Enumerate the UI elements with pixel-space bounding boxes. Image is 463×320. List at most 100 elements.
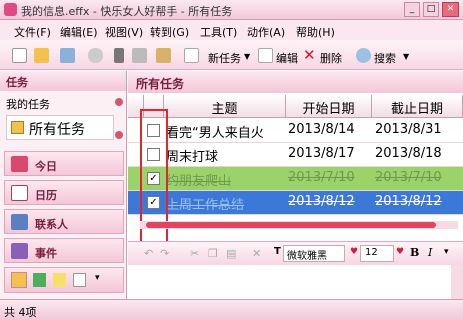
paste-icon[interactable] — [156, 48, 171, 63]
all-tasks-label: 所有任务 — [29, 122, 85, 138]
journal-icon[interactable] — [33, 273, 46, 287]
column-header-icon — [128, 95, 144, 118]
more-format-icon[interactable]: ▾ — [444, 247, 449, 257]
table-row[interactable]: ✓ 约朋友爬山 2013/7/10 2013/7/10 — [128, 167, 463, 191]
note-editor[interactable] — [128, 265, 463, 299]
editor-toolbar: ↶ ↷ ✂ ❐ ▤ ✕ T 微软雅黑 ♥ 12 ♥ B I ▾ — [128, 241, 463, 265]
maximize-icon[interactable]: □ — [423, 2, 439, 17]
column-header-due[interactable]: 截止日期 — [372, 95, 463, 118]
nav-contacts-label: 联系人 — [35, 218, 68, 231]
open-folder-icon[interactable] — [34, 48, 49, 63]
menu-goto[interactable]: 转到(G) — [150, 24, 189, 40]
delete-icon[interactable]: ✕ — [303, 46, 316, 64]
edit-button[interactable]: 编辑 — [276, 50, 298, 66]
menu-view[interactable]: 视图(V) — [105, 24, 143, 40]
font-dropdown-icon[interactable]: ♥ — [350, 247, 358, 257]
vertical-scrollbar[interactable] — [451, 265, 463, 299]
menu-action[interactable]: 动作(A) — [247, 24, 285, 40]
minimize-icon[interactable]: _ — [404, 2, 420, 17]
copy-icon[interactable] — [132, 48, 147, 63]
task-checkbox[interactable]: ✓ — [147, 172, 160, 185]
task-due-date: 2013/8/12 — [375, 194, 442, 209]
horizontal-scrollbar[interactable] — [140, 221, 458, 229]
more-options-icon[interactable]: ▾ — [95, 273, 100, 283]
column-header-start[interactable]: 开始日期 — [286, 95, 372, 118]
new-task-button[interactable]: 新任务 — [208, 50, 241, 66]
task-due-date: 2013/8/31 — [375, 122, 442, 137]
nav-calendar-label: 日历 — [35, 189, 57, 202]
redo-icon[interactable]: ↷ — [160, 247, 169, 260]
task-checkbox[interactable]: ✓ — [147, 196, 160, 209]
table-row[interactable]: ✓ 上周工作总结 2013/8/12 2013/8/12 — [128, 191, 463, 215]
menu-tools[interactable]: 工具(T) — [200, 24, 237, 40]
delete-button[interactable]: 删除 — [320, 50, 342, 66]
font-select[interactable]: 微软雅黑 — [283, 245, 345, 262]
item-count: 共 4项 — [4, 306, 37, 319]
search-dropdown-icon[interactable]: ▼ — [403, 52, 409, 61]
menu-bar: 文件(F) 编辑(E) 视图(V) 转到(G) 工具(T) 动作(A) 帮助(H… — [0, 20, 463, 40]
column-header-subject[interactable]: 主题 — [164, 95, 286, 118]
task-subject: 周末打球 — [166, 150, 219, 165]
scrollbar-thumb[interactable] — [146, 222, 436, 228]
new-file-icon[interactable] — [12, 48, 27, 63]
nav-calendar[interactable]: 日历 — [4, 180, 124, 205]
document-icon[interactable] — [73, 273, 86, 287]
events-icon — [11, 243, 28, 259]
all-tasks-item[interactable]: 所有任务 — [6, 115, 114, 140]
nav-contacts[interactable]: 联系人 — [4, 209, 124, 234]
undo-icon[interactable]: ↶ — [144, 247, 153, 260]
font-size-value: 12 — [365, 247, 378, 258]
window-title: 我的信息.effx - 快乐女人好帮手 - 所有任务 — [21, 5, 233, 18]
cut-icon[interactable]: ✂ — [190, 247, 199, 260]
menu-edit[interactable]: 编辑(E) — [60, 24, 98, 40]
clear-icon[interactable]: ✕ — [252, 247, 261, 260]
bold-button[interactable]: B — [410, 246, 419, 259]
new-task-icon[interactable] — [184, 48, 199, 63]
search-icon[interactable] — [356, 48, 371, 63]
font-select-value: 微软雅黑 — [287, 251, 327, 262]
notes-icon[interactable] — [11, 272, 27, 288]
task-start-date: 2013/8/14 — [288, 122, 355, 137]
calendar-icon — [11, 185, 28, 201]
task-checkbox[interactable] — [147, 148, 160, 161]
edit-icon[interactable] — [258, 48, 273, 63]
task-subject: 约朋友爬山 — [166, 174, 232, 189]
nav-today[interactable]: 今日 — [4, 151, 124, 176]
task-checkbox[interactable] — [147, 124, 160, 137]
view-title: 所有任务 — [128, 71, 463, 93]
column-header-check[interactable] — [144, 95, 164, 118]
navigation-pane: 任务 我的任务 所有任务 今日 日历 联系人 事件 ▾ — [0, 71, 127, 299]
contacts-icon — [11, 214, 28, 230]
menu-help[interactable]: 帮助(H) — [296, 24, 335, 40]
task-start-date: 2013/8/17 — [288, 146, 355, 161]
status-bar: 共 4项 — [0, 299, 463, 320]
new-task-dropdown-icon[interactable]: ▼ — [244, 52, 250, 61]
save-icon[interactable] — [60, 48, 75, 63]
italic-button[interactable]: I — [428, 246, 432, 259]
title-bar: 我的信息.effx - 快乐女人好帮手 - 所有任务 _ □ ✕ — [0, 0, 463, 20]
task-list-icon — [11, 121, 24, 134]
menu-file[interactable]: 文件(F) — [14, 24, 51, 40]
expand-icon[interactable] — [115, 131, 123, 139]
task-start-date: 2013/8/12 — [288, 194, 355, 209]
sync-icon[interactable] — [88, 48, 103, 63]
close-icon[interactable]: ✕ — [442, 2, 459, 17]
toolbar: 新任务 ▼ 编辑 ✕ 删除 搜索 ▼ — [0, 40, 463, 70]
cut-icon[interactable] — [114, 48, 124, 63]
size-dropdown-icon[interactable]: ♥ — [396, 247, 404, 257]
paste-icon[interactable]: ▤ — [226, 247, 236, 260]
app-icon — [4, 3, 17, 16]
task-view: 所有任务 主题 开始日期 截止日期 看完“男人来自火 2013/8/14 201… — [128, 71, 463, 299]
collapse-icon[interactable] — [115, 98, 123, 106]
nav-events-label: 事件 — [35, 247, 57, 260]
table-row[interactable]: 周末打球 2013/8/17 2013/8/18 — [128, 143, 463, 167]
memo-icon[interactable] — [53, 273, 66, 287]
copy-icon[interactable]: ❐ — [208, 247, 218, 260]
task-subject: 看完“男人来自火 — [166, 126, 264, 141]
my-tasks-label: 我的任务 — [6, 98, 50, 111]
search-button[interactable]: 搜索 — [374, 50, 396, 66]
table-row[interactable]: 看完“男人来自火 2013/8/14 2013/8/31 — [128, 119, 463, 143]
font-size-select[interactable]: 12 — [360, 245, 394, 262]
task-due-date: 2013/7/10 — [375, 170, 442, 185]
nav-events[interactable]: 事件 — [4, 238, 124, 263]
